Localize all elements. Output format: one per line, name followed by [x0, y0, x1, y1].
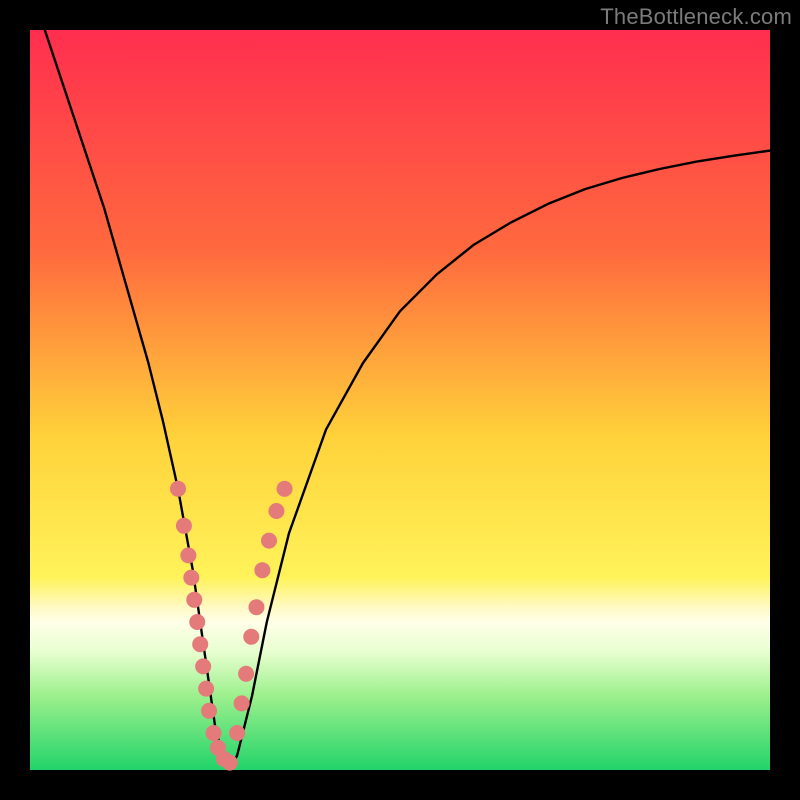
data-marker	[189, 614, 205, 630]
data-marker	[201, 703, 217, 719]
data-marker	[170, 481, 186, 497]
data-marker	[277, 481, 293, 497]
chart-svg	[30, 30, 770, 770]
outer-frame: TheBottleneck.com	[0, 0, 800, 800]
data-marker	[195, 658, 211, 674]
data-marker	[192, 636, 208, 652]
data-marker	[183, 570, 199, 586]
data-marker	[261, 533, 277, 549]
data-marker	[234, 695, 250, 711]
data-marker	[268, 503, 284, 519]
data-marker	[243, 629, 259, 645]
data-marker	[229, 725, 245, 741]
data-marker	[222, 755, 238, 771]
watermark-text: TheBottleneck.com	[600, 4, 792, 30]
data-marker	[238, 666, 254, 682]
data-marker	[198, 681, 214, 697]
data-marker	[206, 725, 222, 741]
data-marker	[254, 562, 270, 578]
plot-area	[30, 30, 770, 770]
data-marker	[176, 518, 192, 534]
data-marker	[186, 592, 202, 608]
data-marker	[180, 547, 196, 563]
data-marker	[248, 599, 264, 615]
bottleneck-curve	[45, 30, 770, 770]
